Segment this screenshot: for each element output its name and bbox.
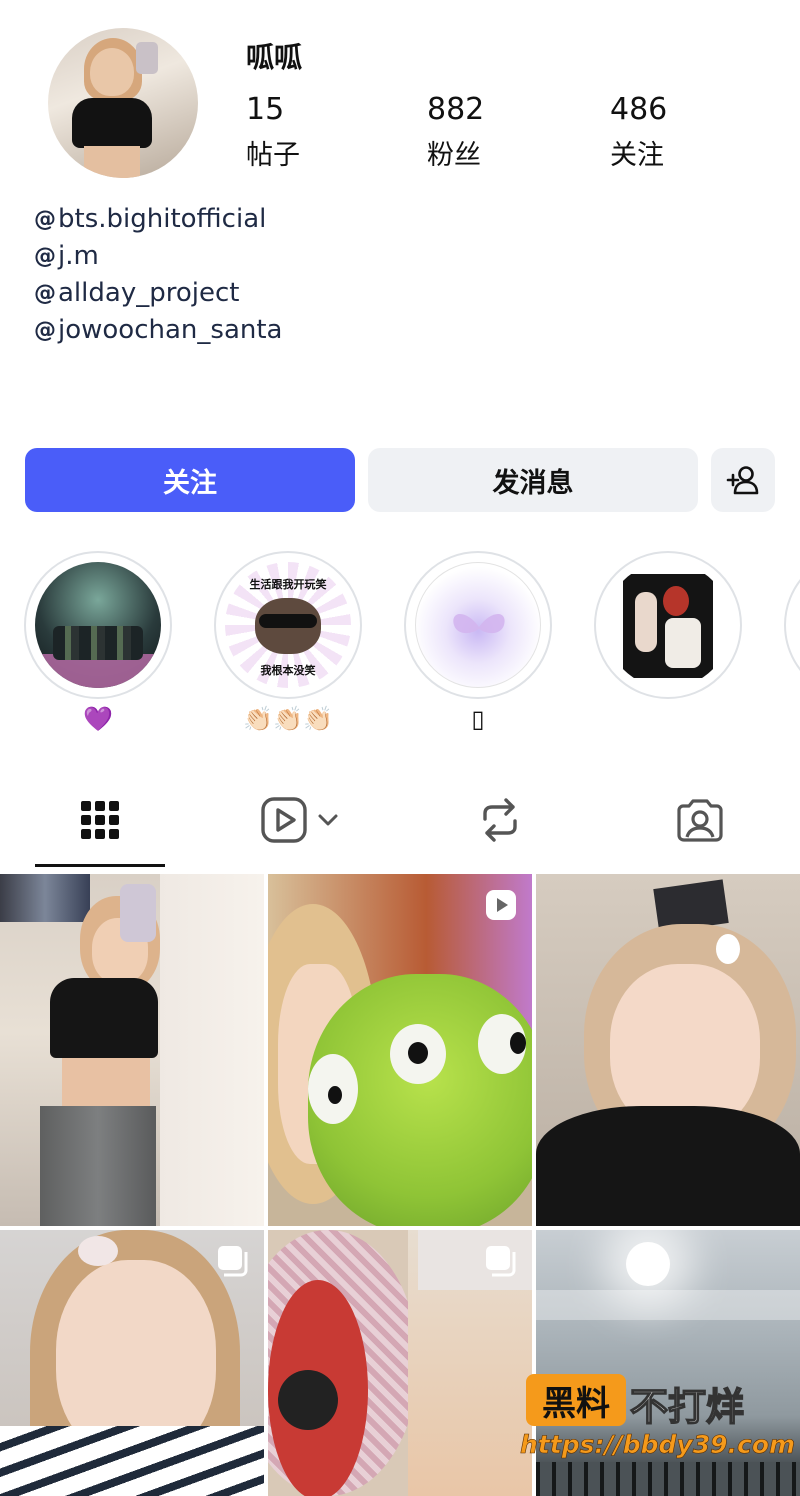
- highlight-label: 💜: [83, 705, 113, 733]
- threads-icon: @: [34, 317, 56, 343]
- highlight-cover: 生活跟我开玩笑 我根本没笑: [214, 551, 362, 699]
- watermark-badge: 黑料: [526, 1374, 626, 1426]
- grid-post[interactable]: [0, 874, 264, 1226]
- highlight-cover: [784, 551, 800, 699]
- threads-icon: @: [34, 206, 56, 232]
- carousel-icon: [218, 1246, 248, 1277]
- bio-link-text: j.m: [58, 241, 99, 271]
- highlight-label: 👏🏻👏🏻👏🏻: [243, 705, 333, 733]
- highlight-cover: [404, 551, 552, 699]
- tab-posts[interactable]: [0, 780, 200, 860]
- tab-reposts[interactable]: [400, 780, 600, 860]
- repost-icon: [483, 798, 517, 842]
- profile-avatar[interactable]: [48, 28, 198, 178]
- chevron-down-icon: [318, 814, 338, 826]
- stat-followers-label: 粉丝: [427, 140, 481, 171]
- grid-post[interactable]: [0, 1230, 264, 1496]
- add-person-icon: [726, 466, 759, 495]
- follow-button[interactable]: 关注: [25, 448, 355, 512]
- username: 呱呱: [246, 41, 303, 74]
- stat-following[interactable]: 486 关注: [610, 92, 667, 172]
- highlight-item-partial[interactable]: [784, 551, 800, 699]
- bio-link[interactable]: @ jowoochan_santa: [34, 315, 282, 345]
- highlight-item[interactable]: ▯: [404, 551, 552, 733]
- active-tab-indicator: [35, 864, 165, 867]
- tagged-icon: [677, 799, 723, 842]
- threads-icon: @: [34, 280, 56, 306]
- threads-icon: @: [34, 243, 56, 269]
- highlight-item[interactable]: 生活跟我开玩笑 我根本没笑 👏🏻👏🏻👏🏻: [214, 551, 362, 733]
- stat-followers[interactable]: 882 粉丝: [427, 92, 484, 172]
- bio-link-text: jowoochan_santa: [58, 315, 283, 345]
- stat-following-count: 486: [610, 92, 668, 127]
- stat-following-label: 关注: [610, 140, 664, 171]
- watermark: 黑料 不打烊 https://bbdy39.com: [520, 1372, 800, 1464]
- bio-link[interactable]: @ allday_project: [34, 278, 239, 308]
- grid-post[interactable]: [268, 1230, 532, 1496]
- reel-icon: [486, 890, 516, 920]
- butterfly-icon: [453, 614, 505, 634]
- message-button[interactable]: 发消息: [368, 448, 698, 512]
- highlight-cover-caption: 生活跟我开玩笑: [249, 578, 327, 591]
- grid-post[interactable]: [536, 874, 800, 1226]
- highlight-item[interactable]: [594, 551, 742, 705]
- highlight-cover: [24, 551, 172, 699]
- bio-link[interactable]: @ j.m: [34, 241, 99, 271]
- tab-reels[interactable]: [200, 780, 400, 860]
- grid-post[interactable]: [268, 874, 532, 1226]
- stat-followers-count: 882: [427, 92, 485, 127]
- bio-link-text: allday_project: [58, 278, 240, 308]
- highlight-cover: [594, 551, 742, 699]
- suggest-people-button[interactable]: [711, 448, 775, 512]
- highlight-item[interactable]: 💜: [24, 551, 172, 733]
- stat-posts[interactable]: 15 帖子: [246, 92, 300, 172]
- carousel-icon: [486, 1246, 516, 1277]
- grid-icon: [81, 801, 119, 839]
- bio-link-text: bts.bighitofficial: [58, 204, 267, 234]
- bio-link[interactable]: @ bts.bighitofficial: [34, 204, 266, 234]
- stat-posts-label: 帖子: [246, 140, 300, 171]
- tab-tagged[interactable]: [600, 780, 800, 860]
- stat-posts-count: 15: [246, 92, 285, 127]
- highlight-label: ▯: [471, 705, 485, 733]
- watermark-tagline: 不打烊: [629, 1384, 745, 1430]
- watermark-url: https://bbdy39.com: [520, 1430, 796, 1460]
- highlight-cover-caption: 我根本没笑: [260, 664, 316, 677]
- reels-icon: [261, 797, 307, 843]
